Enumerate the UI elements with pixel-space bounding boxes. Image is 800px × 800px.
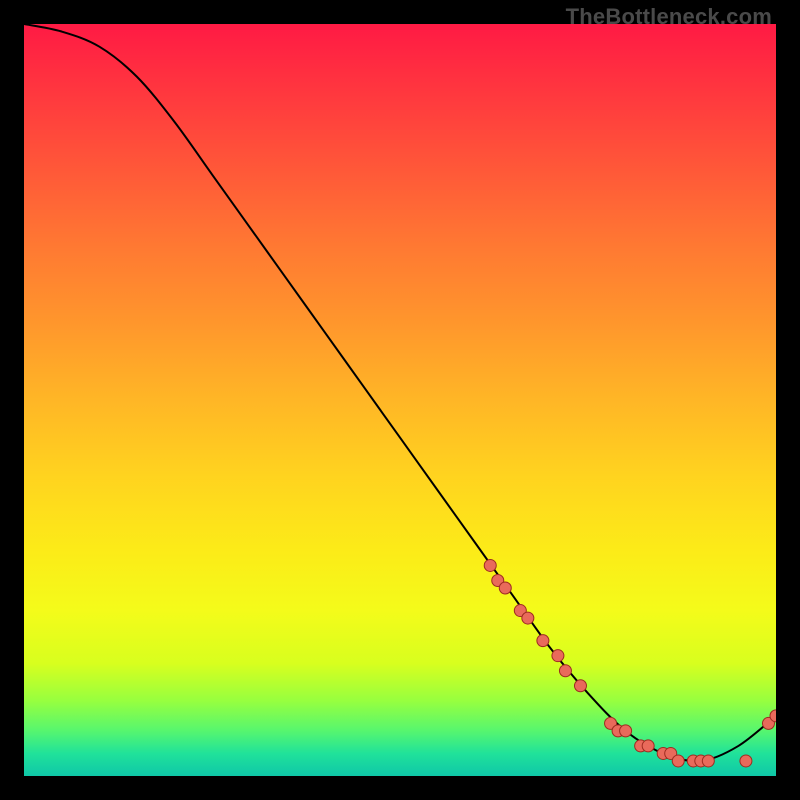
data-marker [672, 755, 684, 767]
data-marker [522, 612, 534, 624]
data-marker [559, 665, 571, 677]
data-marker [537, 635, 549, 647]
data-marker [574, 680, 586, 692]
data-marker [740, 755, 752, 767]
watermark-text: TheBottleneck.com [566, 4, 772, 30]
data-marker [702, 755, 714, 767]
data-marker [642, 740, 654, 752]
plot-area [24, 24, 776, 776]
curve-line [24, 24, 776, 761]
data-marker [499, 582, 511, 594]
data-marker [484, 559, 496, 571]
chart-frame: TheBottleneck.com [0, 0, 800, 800]
chart-svg [24, 24, 776, 776]
marker-group [484, 559, 776, 767]
data-marker [620, 725, 632, 737]
data-marker [552, 650, 564, 662]
